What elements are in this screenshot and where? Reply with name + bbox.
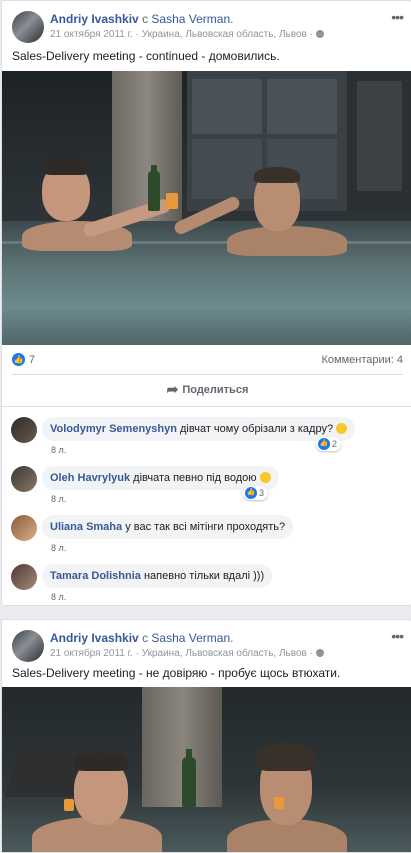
comment-time[interactable]: 8 л.	[51, 543, 66, 553]
comment-bubble: Tamara Dolishnia напевно тільки вдалі ))…	[42, 564, 273, 588]
like-icon: 👍	[245, 487, 257, 499]
divider	[2, 406, 411, 407]
with-word: с	[142, 631, 149, 645]
comment-reactions[interactable]: 👍 3	[243, 486, 269, 500]
post-text: Sales-Delivery meeting - не довіряю - пр…	[12, 666, 341, 680]
share-button[interactable]: ➦ Поделиться	[12, 381, 403, 403]
share-label: Поделиться	[182, 384, 249, 396]
globe-icon	[315, 649, 324, 657]
smile-emoji-icon	[336, 423, 348, 434]
more-options-button[interactable]: •••	[391, 9, 404, 25]
more-options-button[interactable]: •••	[391, 628, 404, 644]
comment-reaction-count: 2	[332, 439, 338, 449]
commenter-avatar[interactable]	[11, 564, 37, 590]
comment-reactions[interactable]: 👍 2	[316, 437, 342, 451]
like-icon: 👍	[318, 438, 330, 450]
post-meta: 21 октября 2011 г. · Украина, Львовская …	[50, 29, 324, 40]
post-card: Andriy Ivashkiv с Sasha Verman. 21 октяб…	[1, 0, 411, 606]
post-date-location[interactable]: 21 октября 2011 г. · Украина, Львовская …	[50, 29, 313, 40]
with-word: с	[142, 12, 149, 26]
post-photo[interactable]	[2, 71, 411, 345]
like-icon[interactable]: 👍	[12, 353, 25, 366]
comment-text: дівчата певно під водою	[133, 472, 257, 484]
author-avatar[interactable]	[12, 11, 44, 43]
comment-author[interactable]: Uliana Smaha	[50, 521, 122, 533]
comment-author[interactable]: Oleh Havrylyuk	[50, 472, 130, 484]
tagged-friend-link[interactable]: Sasha Verman.	[151, 631, 233, 645]
comment: Tamara Dolishnia напевно тільки вдалі ))…	[11, 564, 406, 604]
comment: Uliana Smaha у вас так всі мітінги прохо…	[11, 515, 406, 555]
author-avatar[interactable]	[12, 630, 44, 662]
comment-text: у вас так всі мітінги проходять?	[125, 521, 286, 533]
comment-bubble: Oleh Havrylyuk дівчата певно під водою	[42, 466, 279, 490]
commenter-avatar[interactable]	[11, 417, 37, 443]
divider	[12, 374, 403, 375]
author-link[interactable]: Andriy Ivashkiv	[50, 12, 139, 26]
reactions-bar: 👍 7 Комментарии: 4	[12, 352, 403, 370]
globe-icon	[315, 30, 324, 38]
like-count[interactable]: 7	[29, 354, 35, 366]
author-line: Andriy Ivashkiv с Sasha Verman.	[50, 12, 233, 26]
commenter-avatar[interactable]	[11, 515, 37, 541]
share-icon: ➦	[166, 381, 179, 397]
post-card: Andriy Ivashkiv с Sasha Verman. 21 октяб…	[1, 619, 411, 853]
comment-author[interactable]: Tamara Dolishnia	[50, 570, 141, 582]
post-photo[interactable]	[2, 687, 411, 852]
post-meta: 21 октября 2011 г. · Украина, Львовская …	[50, 648, 324, 659]
comment-reaction-count: 3	[259, 488, 265, 498]
author-link[interactable]: Andriy Ivashkiv	[50, 631, 139, 645]
author-line: Andriy Ivashkiv с Sasha Verman.	[50, 631, 233, 645]
comment-time[interactable]: 8 л.	[51, 494, 66, 504]
post-text: Sales-Delivery meeting - continued - дом…	[12, 49, 280, 63]
comment-time[interactable]: 8 л.	[51, 445, 66, 455]
comments-count[interactable]: Комментарии: 4	[321, 354, 403, 366]
comment-time[interactable]: 8 л.	[51, 592, 66, 602]
post-date-location[interactable]: 21 октября 2011 г. · Украина, Львовская …	[50, 648, 313, 659]
comment: Volodymyr Semenyshyn дівчат чому обрізал…	[11, 417, 406, 457]
comment-bubble: Uliana Smaha у вас так всі мітінги прохо…	[42, 515, 294, 539]
comment-bubble: Volodymyr Semenyshyn дівчат чому обрізал…	[42, 417, 356, 441]
comment: Oleh Havrylyuk дівчата певно під водою 👍…	[11, 466, 406, 506]
tagged-friend-link[interactable]: Sasha Verman.	[151, 12, 233, 26]
comment-author[interactable]: Volodymyr Semenyshyn	[50, 423, 177, 435]
comment-text: напевно тільки вдалі )))	[143, 570, 265, 582]
commenter-avatar[interactable]	[11, 466, 37, 492]
comment-text: дівчат чому обрізали з кадру?	[180, 423, 334, 435]
smile-emoji-icon	[259, 472, 271, 483]
